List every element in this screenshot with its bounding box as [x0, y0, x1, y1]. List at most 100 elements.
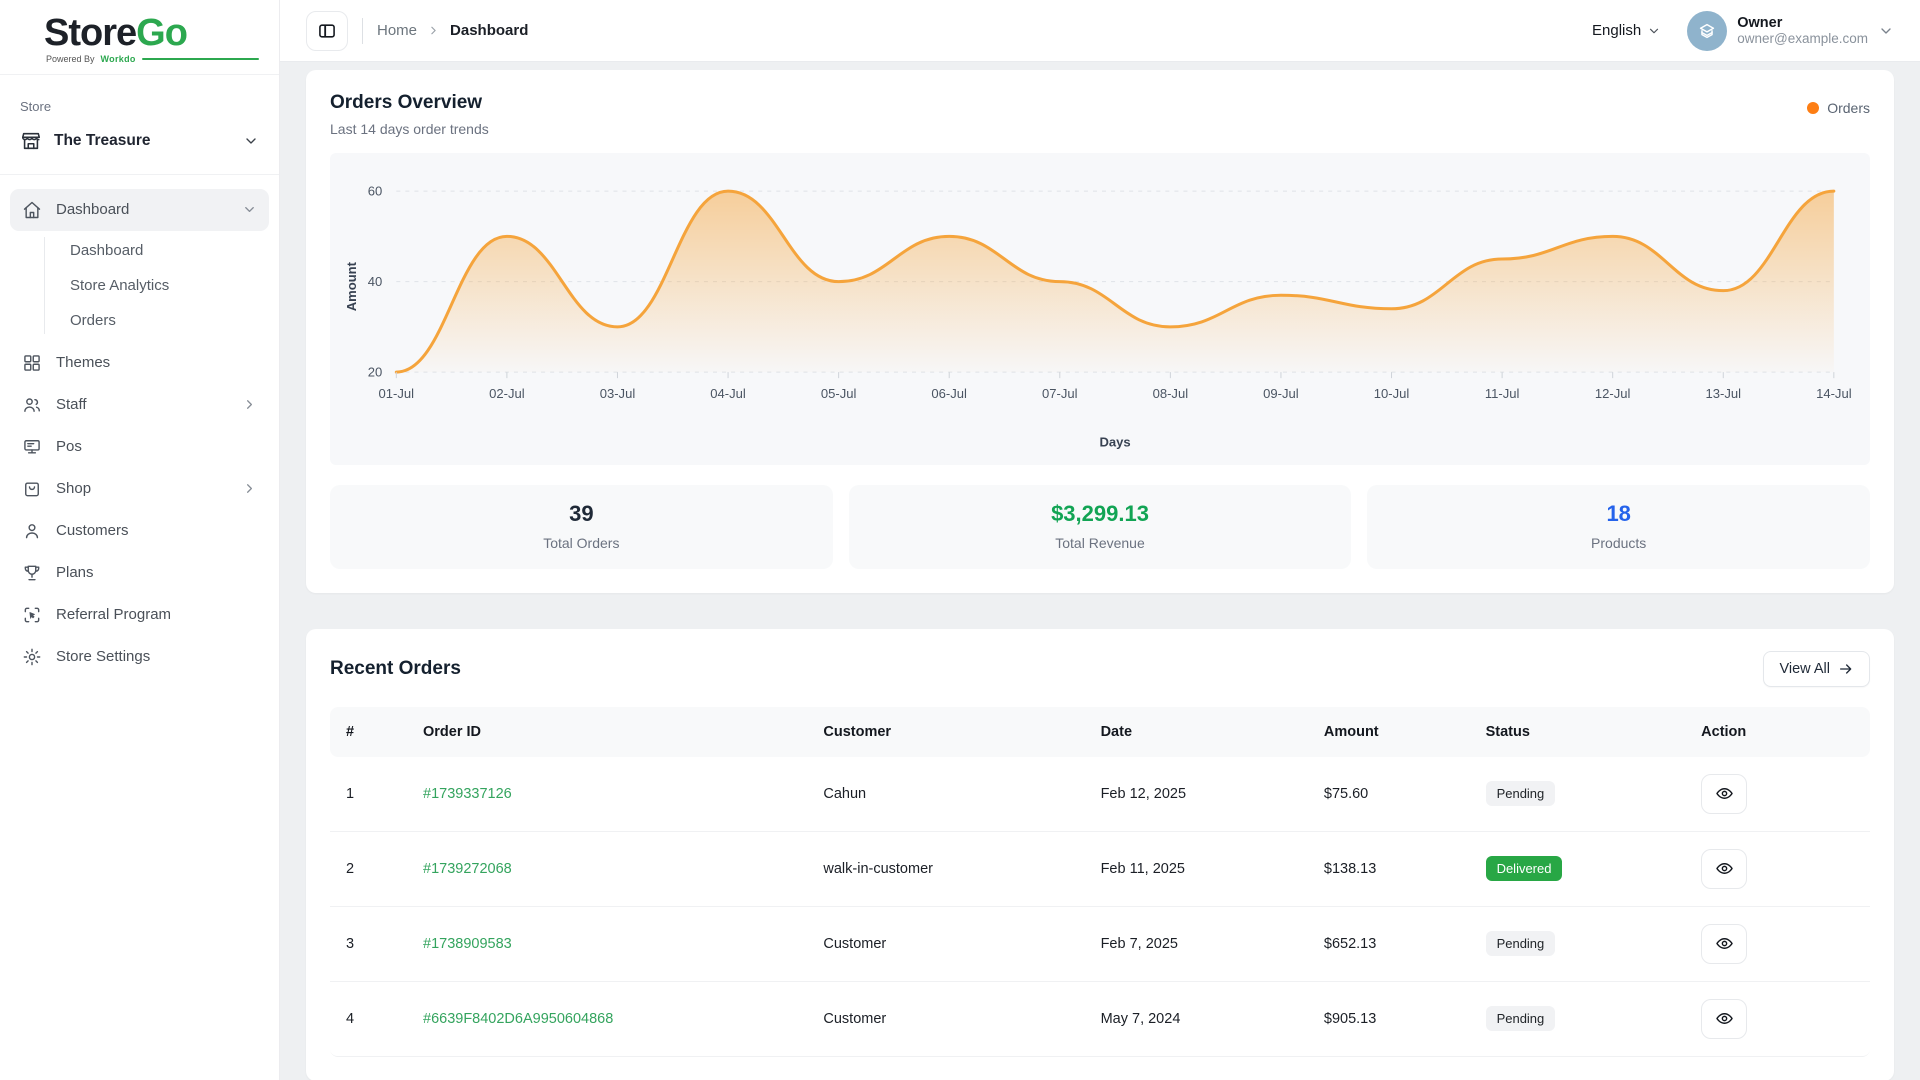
view-order-button[interactable] — [1701, 924, 1747, 964]
svg-text:07-Jul: 07-Jul — [1042, 386, 1078, 401]
app-logo[interactable]: StoreGo Powered By Workdo — [0, 0, 279, 75]
recent-orders-card: Recent Orders View All # Order ID Custom… — [306, 629, 1894, 1080]
table-row: 2 #1739272068 walk-in-customer Feb 11, 2… — [330, 831, 1870, 906]
logo-part-go: Go — [136, 12, 187, 54]
recent-orders-header: Recent Orders View All — [330, 651, 1870, 687]
col-amount: Amount — [1308, 707, 1470, 757]
svg-text:20: 20 — [368, 365, 383, 380]
svg-text:05-Jul: 05-Jul — [821, 386, 857, 401]
stat-value: 18 — [1377, 501, 1860, 527]
sidebar-item-shop[interactable]: Shop — [10, 468, 269, 510]
date-cell: Feb 11, 2025 — [1085, 844, 1308, 894]
sidebar-item-dashboard[interactable]: Dashboard — [10, 189, 269, 231]
user-menu[interactable]: Owner owner@example.com — [1687, 11, 1894, 51]
storefront-icon — [20, 130, 42, 152]
content: Orders Overview Last 14 days order trend… — [280, 62, 1920, 1080]
sidebar-item-label: Themes — [56, 354, 257, 371]
gear-icon — [22, 647, 42, 667]
view-order-button[interactable] — [1701, 849, 1747, 889]
eye-icon — [1715, 859, 1734, 878]
language-selector[interactable]: English — [1592, 22, 1661, 39]
date-cell: Feb 7, 2025 — [1085, 919, 1308, 969]
svg-text:13-Jul: 13-Jul — [1705, 386, 1741, 401]
store-section-label: Store — [0, 75, 279, 114]
home-icon — [22, 200, 42, 220]
sidebar-item-label: Shop — [56, 480, 228, 497]
topbar-right: English Owner owner@example.com — [1592, 11, 1894, 51]
date-cell: Feb 12, 2025 — [1085, 769, 1308, 819]
bag-icon — [22, 479, 42, 499]
view-order-button[interactable] — [1701, 999, 1747, 1039]
chevron-down-icon — [1647, 24, 1661, 38]
sidebar-item-staff[interactable]: Staff — [10, 384, 269, 426]
row-num: 1 — [330, 769, 407, 819]
store-selector[interactable]: The Treasure — [0, 114, 279, 175]
sidebar-subitem-orders[interactable]: Orders — [10, 303, 269, 338]
table-row: 3 #1738909583 Customer Feb 7, 2025 $652.… — [330, 906, 1870, 981]
powered-by: Powered By Workdo — [44, 54, 259, 64]
chart-legend[interactable]: Orders — [1807, 100, 1870, 116]
sidebar-item-label: Pos — [56, 438, 257, 455]
language-label: English — [1592, 22, 1641, 39]
card-subtitle: Last 14 days order trends — [330, 121, 489, 137]
powered-underline — [142, 58, 259, 60]
chevron-right-icon — [427, 24, 440, 37]
sidebar-item-store-settings[interactable]: Store Settings — [10, 636, 269, 678]
view-all-button[interactable]: View All — [1763, 651, 1870, 687]
status-badge: Pending — [1486, 1006, 1556, 1031]
user-meta: Owner owner@example.com — [1737, 15, 1868, 46]
view-all-label: View All — [1779, 661, 1830, 677]
sidebar-item-themes[interactable]: Themes — [10, 342, 269, 384]
logo-text: StoreGo — [44, 14, 259, 54]
customer-cell: walk-in-customer — [807, 844, 1084, 894]
orders-table: # Order ID Customer Date Amount Status A… — [330, 707, 1870, 1057]
view-order-button[interactable] — [1701, 774, 1747, 814]
stat-label: Total Orders — [340, 535, 823, 551]
arrow-right-icon — [1838, 661, 1854, 677]
svg-text:40: 40 — [368, 274, 383, 289]
table-row: 1 #1739337126 Cahun Feb 12, 2025 $75.60 … — [330, 757, 1870, 831]
sidebar-subitem-store-analytics[interactable]: Store Analytics — [10, 268, 269, 303]
sidebar-item-label: Customers — [56, 522, 257, 539]
svg-text:14-Jul: 14-Jul — [1816, 386, 1852, 401]
svg-text:01-Jul: 01-Jul — [379, 386, 415, 401]
col-action: Action — [1685, 707, 1870, 757]
sidebar-item-pos[interactable]: Pos — [10, 426, 269, 468]
col-customer: Customer — [807, 707, 1084, 757]
pos-icon — [22, 437, 42, 457]
sidebar-item-customers[interactable]: Customers — [10, 510, 269, 552]
chevron-right-icon — [242, 397, 257, 412]
svg-text:11-Jul: 11-Jul — [1485, 386, 1520, 401]
sidebar-toggle-button[interactable] — [306, 11, 348, 51]
svg-text:08-Jul: 08-Jul — [1153, 386, 1189, 401]
col-num: # — [330, 707, 407, 757]
order-id-link[interactable]: #1739337126 — [423, 786, 512, 802]
breadcrumb: Home Dashboard — [377, 22, 528, 39]
order-id-link[interactable]: #1739272068 — [423, 861, 512, 877]
user-icon — [22, 521, 42, 541]
table-header-row: # Order ID Customer Date Amount Status A… — [330, 707, 1870, 757]
logo-part-store: Store — [44, 12, 136, 54]
topbar-divider — [362, 18, 363, 44]
col-status: Status — [1470, 707, 1686, 757]
breadcrumb-home-link[interactable]: Home — [377, 22, 417, 39]
stat-value: 39 — [340, 501, 823, 527]
sidebar-subitem-dashboard[interactable]: Dashboard — [10, 233, 269, 268]
order-id-link[interactable]: #6639F8402D6A9950604868 — [423, 1011, 613, 1027]
order-id-link[interactable]: #1738909583 — [423, 936, 512, 952]
breadcrumb-current: Dashboard — [450, 22, 528, 39]
stat-products: 18 Products — [1367, 485, 1870, 569]
stat-total-revenue: $3,299.13 Total Revenue — [849, 485, 1352, 569]
svg-text:06-Jul: 06-Jul — [931, 386, 967, 401]
table-row: 4 #6639F8402D6A9950604868 Customer May 7… — [330, 981, 1870, 1056]
sidebar-item-plans[interactable]: Plans — [10, 552, 269, 594]
chevron-down-icon — [243, 133, 259, 149]
area-chart-svg: 204060 01-Jul02-Jul03-Jul04-Jul05-Jul06-… — [336, 161, 1864, 463]
date-cell: May 7, 2024 — [1085, 994, 1308, 1044]
grid-icon — [22, 353, 42, 373]
legend-label: Orders — [1827, 100, 1870, 116]
stat-label: Products — [1377, 535, 1860, 551]
sidebar-item-referral-program[interactable]: Referral Program — [10, 594, 269, 636]
row-num: 4 — [330, 994, 407, 1044]
chevron-down-icon — [1878, 23, 1894, 39]
